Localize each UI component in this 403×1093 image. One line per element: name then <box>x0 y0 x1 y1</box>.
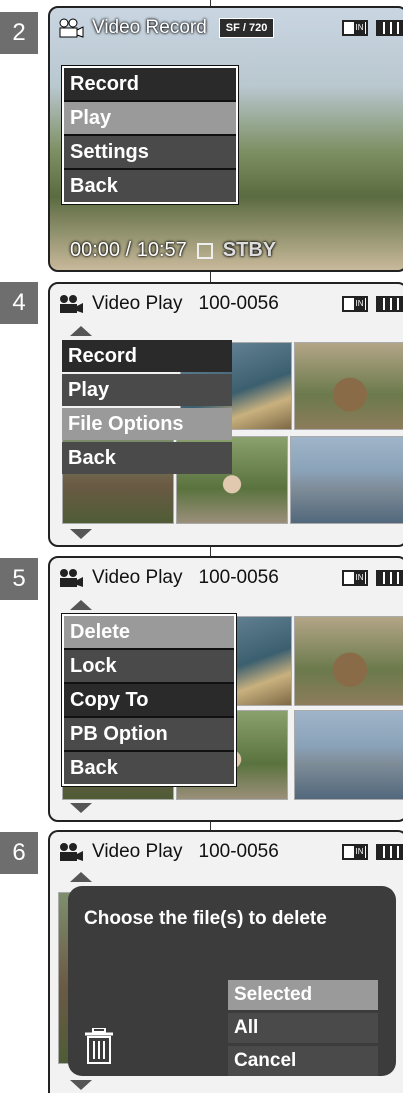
thumbnail[interactable] <box>294 616 403 706</box>
screen-video-play: Video Play 100-0056 Record Play File Opt… <box>48 282 403 547</box>
scroll-down-icon[interactable] <box>70 529 92 539</box>
camcorder-icon <box>60 295 83 313</box>
menu-item-back[interactable]: Back <box>64 752 234 784</box>
file-number: 100-0056 <box>198 293 279 314</box>
main-menu: Record Play Settings Back <box>61 65 239 205</box>
trash-icon <box>85 1028 113 1064</box>
timecode-row: 00:00 / 10:57 STBY <box>70 239 276 262</box>
menu-item-delete[interactable]: Delete <box>64 616 234 648</box>
record-indicator-icon <box>196 242 213 259</box>
menu-item-play[interactable]: Play <box>62 374 232 406</box>
resolution-badge: SF / 720 <box>218 18 275 38</box>
menu-item-back[interactable]: Back <box>64 170 236 202</box>
scroll-up-icon[interactable] <box>70 872 92 882</box>
screen-delete-dialog: Video Play 100-0056 Choose the file(s) t… <box>48 830 403 1093</box>
dialog-title: Choose the file(s) to delete <box>84 908 327 929</box>
screen-title: Video Play <box>92 841 183 862</box>
scroll-down-icon[interactable] <box>70 1080 92 1090</box>
step-number: 5 <box>0 558 38 600</box>
step-number: 2 <box>0 12 38 54</box>
memory-in-icon <box>342 20 368 36</box>
memory-in-icon <box>342 570 368 586</box>
scroll-up-icon[interactable] <box>70 600 92 610</box>
option-selected[interactable]: Selected <box>228 980 378 1010</box>
screen-title: Video Play <box>92 293 183 314</box>
play-menu: Record Play File Options Back <box>62 340 232 474</box>
menu-item-record[interactable]: Record <box>62 340 232 372</box>
menu-item-file-options[interactable]: File Options <box>62 408 232 440</box>
menu-item-record[interactable]: Record <box>64 68 236 100</box>
memory-in-icon <box>342 296 368 312</box>
camcorder-icon <box>60 569 83 587</box>
screen-file-options: Video Play 100-0056 Delete Lock Copy To … <box>48 556 403 822</box>
dialog-options: Selected All Cancel <box>228 980 378 1076</box>
file-number: 100-0056 <box>198 841 279 862</box>
thumbnail[interactable] <box>294 342 403 430</box>
scroll-down-icon[interactable] <box>70 803 92 813</box>
status-bar: Video Play 100-0056 <box>58 564 403 592</box>
thumbnail[interactable] <box>290 436 403 524</box>
status-bar: Video Play 100-0056 <box>58 838 403 866</box>
menu-item-lock[interactable]: Lock <box>64 650 234 682</box>
standby-status: STBY <box>222 239 277 261</box>
battery-icon <box>376 296 403 312</box>
screen-video-record: Video Record SF / 720 Record Play Settin… <box>48 6 403 272</box>
screen-title: Video Record <box>92 17 207 38</box>
battery-icon <box>376 20 403 36</box>
step-number: 6 <box>0 832 38 874</box>
menu-item-copy-to[interactable]: Copy To <box>64 684 234 716</box>
delete-dialog: Choose the file(s) to delete Selected Al… <box>68 886 396 1076</box>
camcorder-icon <box>59 18 84 38</box>
screen-title: Video Play <box>92 567 183 588</box>
scroll-up-icon[interactable] <box>70 326 92 336</box>
option-cancel[interactable]: Cancel <box>228 1046 378 1076</box>
step-number: 4 <box>0 282 38 324</box>
menu-item-settings[interactable]: Settings <box>64 136 236 168</box>
status-bar: Video Record SF / 720 <box>58 14 403 42</box>
file-options-menu: Delete Lock Copy To PB Option Back <box>61 613 237 787</box>
option-all[interactable]: All <box>228 1013 378 1043</box>
battery-icon <box>376 844 403 860</box>
menu-item-pb-option[interactable]: PB Option <box>64 718 234 750</box>
status-bar: Video Play 100-0056 <box>58 290 403 318</box>
menu-item-play[interactable]: Play <box>64 102 236 134</box>
menu-item-back[interactable]: Back <box>62 442 232 474</box>
battery-icon <box>376 570 403 586</box>
file-number: 100-0056 <box>198 567 279 588</box>
thumbnail[interactable] <box>294 710 403 800</box>
memory-in-icon <box>342 844 368 860</box>
camcorder-icon <box>60 843 83 861</box>
timecode: 00:00 / 10:57 <box>70 239 187 261</box>
